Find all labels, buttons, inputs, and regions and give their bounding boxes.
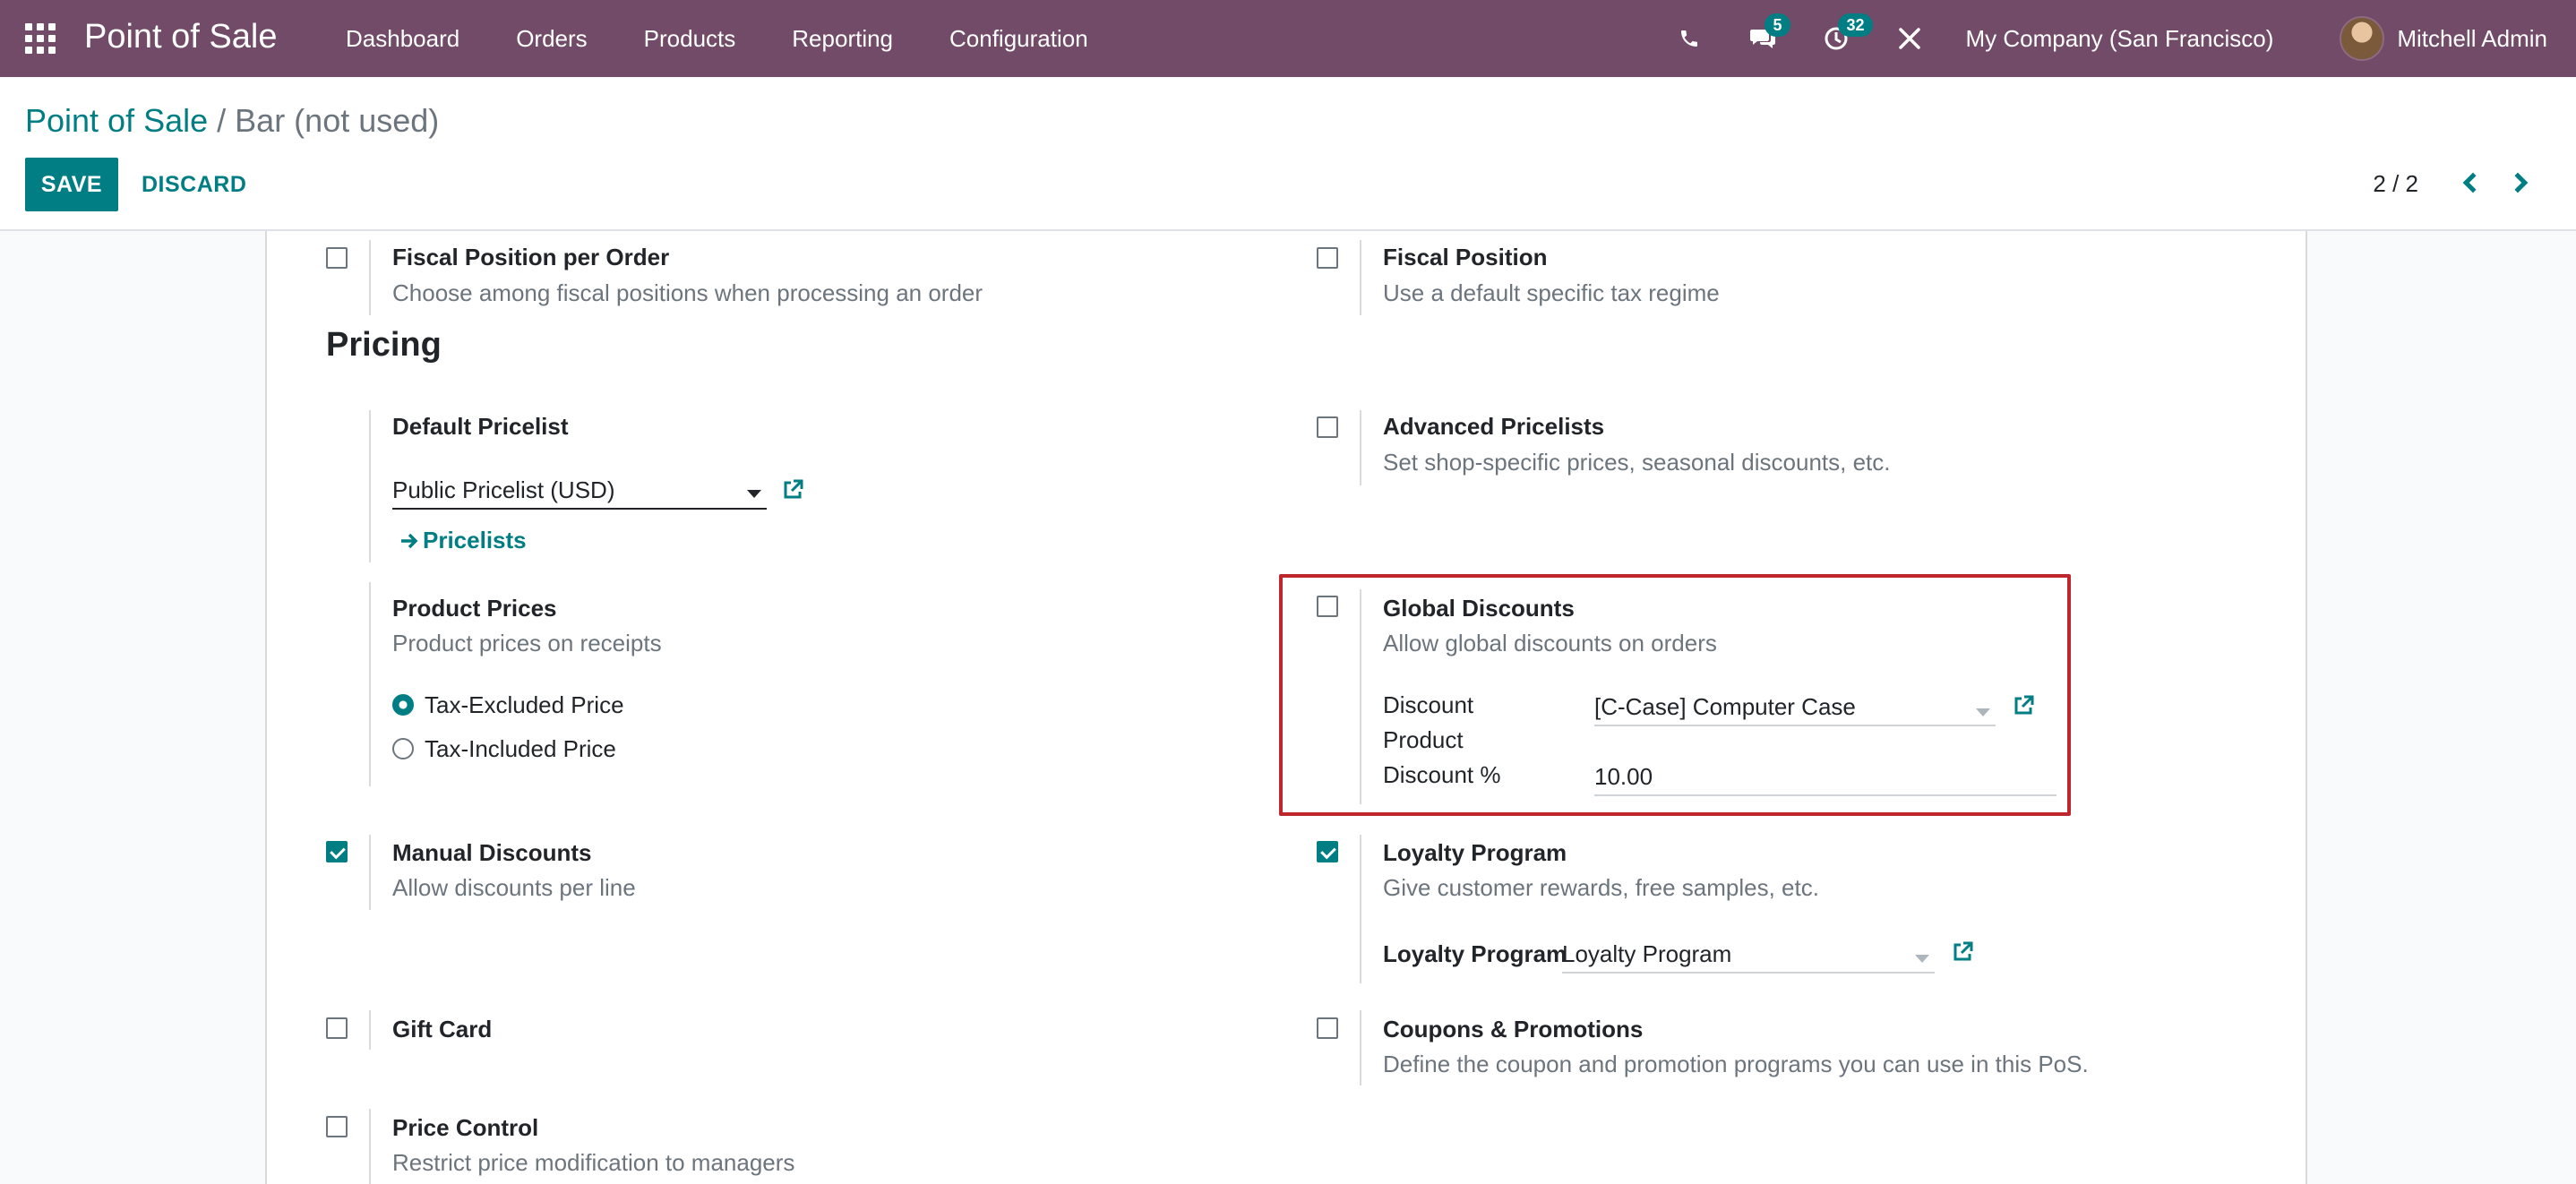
clock-icon[interactable]: 32 <box>1818 13 1873 56</box>
divider <box>1360 240 1361 315</box>
pricing-section-title: Pricing <box>326 326 442 364</box>
fiscal-position-checkbox[interactable] <box>1317 247 1338 269</box>
highlight-box <box>1279 574 2071 816</box>
chat-icon[interactable]: 5 <box>1745 13 1790 56</box>
fiscal-position-per-order-title: Fiscal Position per Order <box>392 244 670 270</box>
advanced-pricelists-checkbox[interactable] <box>1317 416 1338 438</box>
breadcrumb-current: / Bar (not used) <box>217 102 440 139</box>
tools-icon[interactable] <box>1892 21 1928 56</box>
advanced-pricelists-title: Advanced Pricelists <box>1383 413 1605 440</box>
divider <box>1360 1010 1361 1085</box>
advanced-pricelists-desc: Set shop-specific prices, seasonal disco… <box>1383 449 1891 476</box>
loyalty-program-title: Loyalty Program <box>1383 839 1567 866</box>
divider <box>1360 410 1361 485</box>
arrow-right-icon <box>401 533 418 549</box>
pricelists-link-label: Pricelists <box>423 527 527 553</box>
fiscal-position-per-order-checkbox[interactable] <box>326 247 348 269</box>
apps-grid-icon[interactable] <box>25 23 56 54</box>
gift-card-title: Gift Card <box>392 1016 493 1042</box>
gift-card-checkbox[interactable] <box>326 1017 348 1039</box>
app-title[interactable]: Point of Sale <box>84 14 277 59</box>
settings-sheet: Fiscal Position per Order Choose among f… <box>265 231 2307 1184</box>
divider <box>369 1109 371 1184</box>
price-control-title: Price Control <box>392 1114 539 1141</box>
main-menu: Dashboard Orders Products Reporting Conf… <box>346 0 1145 77</box>
divider <box>369 240 371 315</box>
default-pricelist-title: Default Pricelist <box>392 413 569 440</box>
breadcrumb-parent[interactable]: Point of Sale <box>25 102 208 139</box>
loyalty-program-checkbox[interactable] <box>1317 841 1338 862</box>
loyalty-program-field-label: Loyalty Program <box>1383 940 1567 967</box>
fiscal-position-desc: Use a default specific tax regime <box>1383 279 1720 306</box>
divider <box>1360 835 1361 983</box>
tax-excluded-radio[interactable] <box>392 694 414 716</box>
user-menu[interactable]: Mitchell Admin <box>2397 25 2547 53</box>
user-avatar[interactable] <box>2340 16 2385 61</box>
manual-discounts-checkbox[interactable] <box>326 841 348 862</box>
fiscal-position-per-order-desc: Choose among fiscal positions when proce… <box>392 279 983 306</box>
divider <box>369 582 371 786</box>
tax-included-label[interactable]: Tax-Included Price <box>425 735 616 763</box>
discard-button[interactable]: DISCARD <box>127 158 261 211</box>
navbar-systray: 5 32 My Company (San Francisco) Mitchell… <box>1671 0 2576 77</box>
pager-previous-button[interactable] <box>2454 167 2486 199</box>
coupons-promotions-desc: Define the coupon and promotion programs… <box>1383 1051 2089 1077</box>
coupons-promotions-checkbox[interactable] <box>1317 1017 1338 1039</box>
external-link-icon[interactable] <box>1951 940 1974 964</box>
price-control-desc: Restrict price modification to managers <box>392 1149 795 1176</box>
price-control-checkbox[interactable] <box>326 1116 348 1137</box>
product-prices-desc: Product prices on receipts <box>392 630 662 656</box>
divider <box>369 410 371 562</box>
fiscal-position-title: Fiscal Position <box>1383 244 1548 270</box>
divider <box>369 835 371 910</box>
tax-included-radio[interactable] <box>392 738 414 759</box>
menu-item-products[interactable]: Products <box>644 25 736 53</box>
pricelists-link[interactable]: Pricelists <box>399 527 527 554</box>
menu-item-configuration[interactable]: Configuration <box>949 25 1088 53</box>
manual-discounts-desc: Allow discounts per line <box>392 874 636 901</box>
loyalty-program-select[interactable]: Loyalty Program <box>1562 940 1935 974</box>
default-pricelist-select[interactable]: Public Pricelist (USD) <box>392 476 767 510</box>
menu-item-reporting[interactable]: Reporting <box>792 25 893 53</box>
loyalty-program-desc: Give customer rewards, free samples, etc… <box>1383 874 1819 901</box>
menu-item-dashboard[interactable]: Dashboard <box>346 25 459 53</box>
chevron-down-icon[interactable] <box>747 490 761 498</box>
chevron-right-icon <box>2507 172 2529 193</box>
company-switcher[interactable]: My Company (San Francisco) <box>1965 25 2273 53</box>
breadcrumb: Point of Sale / Bar (not used) <box>25 100 439 142</box>
top-navbar: Point of Sale Dashboard Orders Products … <box>0 0 2576 77</box>
chevron-down-icon[interactable] <box>1915 955 1929 963</box>
tax-excluded-label[interactable]: Tax-Excluded Price <box>425 691 624 719</box>
messages-badge: 5 <box>1765 13 1790 37</box>
menu-item-orders[interactable]: Orders <box>516 25 587 53</box>
phone-icon[interactable] <box>1671 21 1707 56</box>
pager-value[interactable]: 2 / 2 <box>2373 170 2418 198</box>
manual-discounts-title: Manual Discounts <box>392 839 592 866</box>
pager-next-button[interactable] <box>2504 167 2537 199</box>
activities-badge: 32 <box>1838 13 1873 37</box>
divider <box>369 1010 371 1050</box>
chevron-left-icon <box>2462 172 2484 193</box>
product-prices-title: Product Prices <box>392 595 557 622</box>
coupons-promotions-title: Coupons & Promotions <box>1383 1016 1644 1042</box>
control-panel: Point of Sale / Bar (not used) SAVE DISC… <box>0 77 2576 231</box>
save-button[interactable]: SAVE <box>25 158 118 211</box>
external-link-icon[interactable] <box>781 478 804 502</box>
